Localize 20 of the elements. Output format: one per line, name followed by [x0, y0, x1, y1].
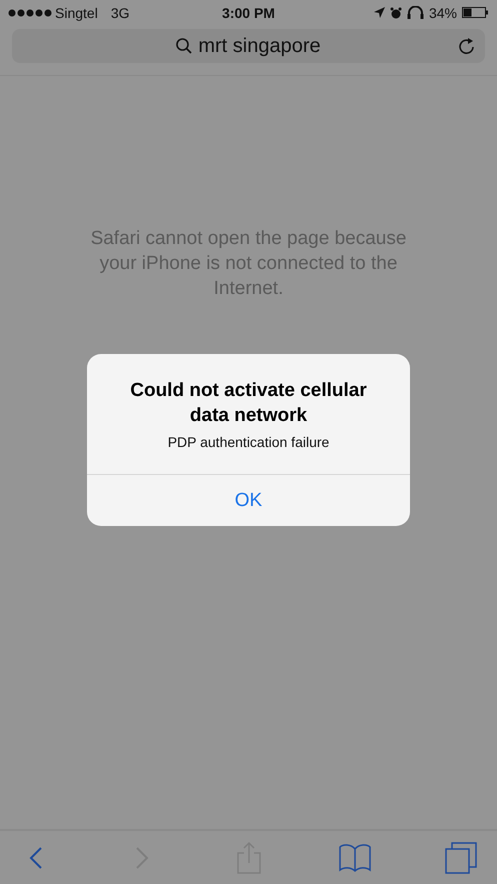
alarm-icon	[390, 6, 402, 18]
location-icon	[374, 7, 385, 18]
book-icon	[338, 842, 371, 872]
address-bar[interactable]: mrt singapore	[12, 29, 485, 63]
network-type: 3G	[110, 4, 130, 20]
back-icon	[29, 846, 43, 870]
tabs-icon	[445, 842, 477, 874]
address-text: mrt singapore	[198, 34, 321, 58]
battery-icon	[462, 7, 490, 18]
clock-time: 3:00 PM	[222, 4, 275, 20]
carrier-name: Singtel	[55, 4, 98, 20]
reload-icon[interactable]	[458, 37, 475, 55]
battery-percent: 34%	[428, 4, 458, 20]
alert-title: Could not activate cellular data network	[129, 379, 368, 428]
alert-message: PDP authentication failure	[168, 434, 330, 450]
search-icon	[176, 38, 192, 54]
signal-icon	[8, 8, 52, 16]
ok-button[interactable]: OK	[87, 474, 410, 526]
headphones-icon	[406, 6, 424, 19]
error-message: Safari cannot open the page because your iPhone is not connected to the Internet.	[90, 227, 408, 301]
